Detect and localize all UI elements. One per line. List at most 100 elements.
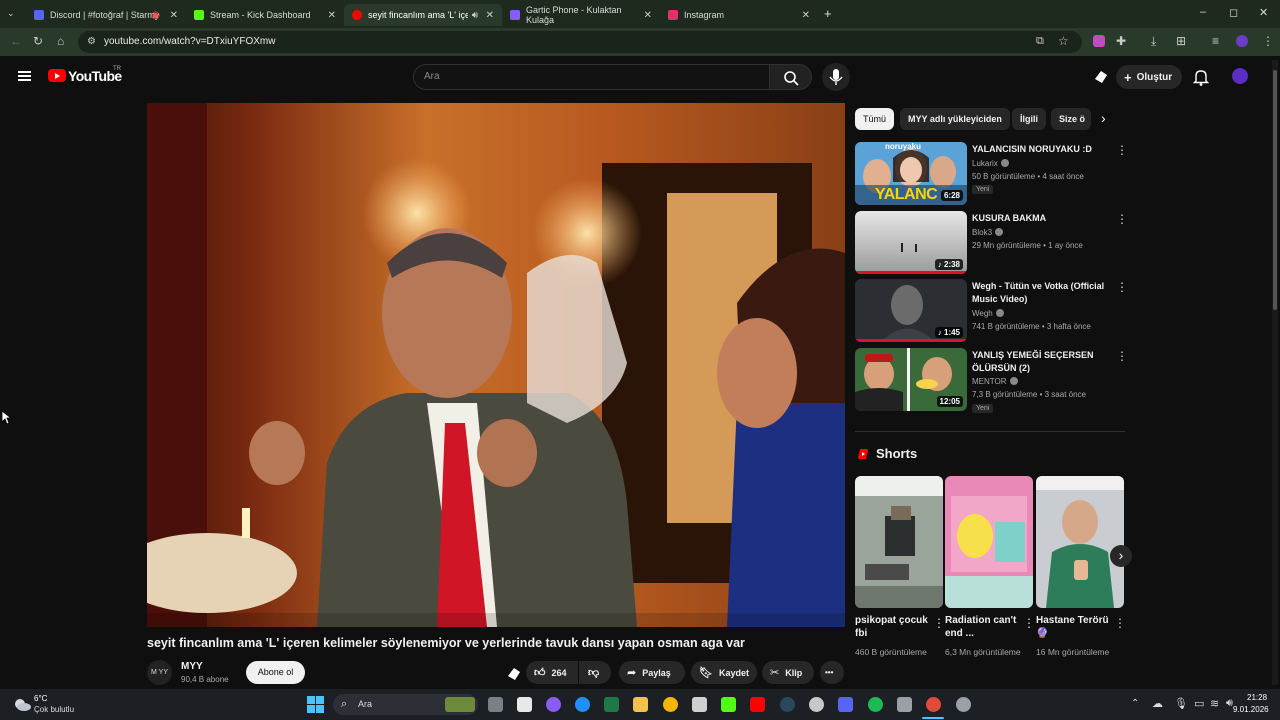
tab-gartic[interactable]: Gartic Phone - Kulaktan Kulağa ✕ [502,4,660,26]
maximize-button[interactable]: ◻ [1229,6,1238,19]
channel-name[interactable]: Lukarix [972,159,1009,168]
task-view-icon[interactable] [488,697,503,712]
close-window-button[interactable]: ✕ [1259,6,1268,19]
media-control-icon[interactable]: ≡ [1212,35,1219,47]
kick-app-icon[interactable] [721,697,736,712]
translate-icon[interactable]: ⊞ [1176,35,1186,47]
chrome-icon[interactable] [663,697,678,712]
chip-related[interactable]: İlgili [1012,108,1046,130]
taskbar-search[interactable]: ⌕ Ara [333,694,478,715]
page-scrollbar-thumb[interactable] [1273,70,1277,310]
video-title[interactable]: YANLIŞ YEMEĞİ SEÇERSEN ÖLÜRSÜN (2) [972,349,1117,375]
channel-name[interactable]: Blok3 [972,228,1004,237]
chip-all[interactable]: Tümü [855,108,895,130]
close-tab-icon[interactable]: ✕ [644,10,652,21]
recommendation-item[interactable]: ♪ 2:38 KUSURA BAKMA Blok3 29 Mn görüntül… [855,211,1130,275]
channel-name[interactable]: Wegh [972,309,1004,318]
save-button[interactable]: 🔖︎ Kaydet [691,661,757,684]
subscribe-button[interactable]: Abone ol [246,661,305,684]
more-actions-button[interactable]: ••• [820,661,844,684]
tab-search-icon[interactable]: ⌄ [7,8,15,19]
wifi-icon[interactable]: ≋ [1210,697,1219,710]
create-button[interactable]: + Oluştur [1116,65,1182,89]
taskbar-time[interactable]: 21:28 [1247,693,1267,702]
address-bar[interactable]: ⚙︎ youtube.com/watch?v=DTxiuYFOXmw ⧉ ☆ [78,31,1082,53]
recommendation-item[interactable]: ♪ 1:45 Wegh - Tütün ve Votka (Official M… [855,279,1130,343]
more-vert-icon[interactable]: ⋮ [1023,616,1035,630]
clip-icon[interactable] [506,666,522,682]
home-icon[interactable]: ⌂ [57,35,64,47]
speaker-icon[interactable]: 🔊︎ [472,10,478,21]
install-icon[interactable]: ⧉ [1036,35,1044,48]
chip-from-uploader[interactable]: MYY adlı yükleyiciden [900,108,1010,130]
bookmark-star-icon[interactable]: ☆ [1058,34,1069,48]
more-vert-icon[interactable]: ⋮ [1116,144,1128,156]
short-item[interactable]: Radiation can't end ... ⋮ 6,3 Mn görüntü… [945,476,1035,657]
discord-app-icon[interactable] [838,697,853,712]
browser-menu-icon[interactable]: ⋮ [1262,35,1274,47]
close-tab-icon[interactable]: ✕ [486,10,494,21]
clock-app-icon[interactable] [809,697,824,712]
recommendation-item[interactable]: noruyaku YALANC 6:28 YALANCISIN NORUYAKU… [855,142,1130,206]
video-player[interactable] [147,103,845,627]
voice-search-button[interactable] [822,63,850,91]
more-vert-icon[interactable]: ⋮ [1116,213,1128,225]
channel-name[interactable]: MENTOR [972,377,1018,386]
steam-icon[interactable] [780,697,795,712]
site-info-icon[interactable]: ⚙︎ [87,36,96,47]
bell-icon[interactable] [1193,69,1209,86]
more-vert-icon[interactable]: ⋮ [1116,350,1128,362]
file-explorer-icon[interactable] [633,697,648,712]
youtube-logo-icon[interactable] [48,69,66,82]
excel-icon[interactable] [604,697,619,712]
taskbar-date[interactable]: 9.01.2026 [1233,705,1269,714]
recommendation-item[interactable]: 12:05 YANLIŞ YEMEĞİ SEÇERSEN ÖLÜRSÜN (2)… [855,348,1130,413]
notepad-icon[interactable] [517,697,532,712]
chip-for-you[interactable]: Size ö [1051,108,1091,130]
channel-name[interactable]: MYY [181,661,203,672]
cloud-icon[interactable]: ☁ [1152,697,1163,710]
store-icon[interactable] [897,697,912,712]
close-tab-icon[interactable]: ✕ [802,10,810,21]
search-button[interactable] [769,64,812,90]
youtube-app-icon[interactable] [750,697,765,712]
short-item[interactable]: psikopat çocuk fbi ⋮ 460 B görüntüleme [855,476,945,657]
chrome-profile-icon[interactable] [926,697,941,712]
video-thumbnail[interactable]: ♪ 2:38 [855,211,967,274]
tab-discord[interactable]: Discord | #fotoğraf | Starmy ◉ ✕ [26,4,186,26]
display-icon[interactable]: ▭ [1194,697,1204,710]
shorts-next-button[interactable]: › [1110,545,1132,567]
short-thumbnail[interactable] [855,476,943,608]
profile-avatar[interactable] [1236,35,1248,47]
weather-icon[interactable] [12,694,32,714]
new-tab-button[interactable]: + [824,6,832,21]
short-thumbnail[interactable] [1036,476,1124,608]
photos-icon[interactable] [692,697,707,712]
clip-button[interactable]: ✂ Klip [762,661,814,684]
more-vert-icon[interactable]: ⋮ [1116,281,1128,293]
settings-gear-icon[interactable] [956,697,971,712]
more-vert-icon[interactable]: ⋮ [1114,616,1126,630]
video-title[interactable]: YALANCISIN NORUYAKU :D [972,143,1117,156]
search-input[interactable]: Ara [413,64,770,90]
chevron-right-icon[interactable]: › [1101,110,1106,126]
copilot-icon[interactable] [546,697,561,712]
video-thumbnail[interactable]: 12:05 [855,348,967,411]
like-button[interactable]: 👍︎ 264 [526,661,578,684]
short-title[interactable]: Hastane Terörü 🔮 [1036,614,1112,640]
page-scrollbar-track[interactable] [1272,60,1278,685]
short-title[interactable]: psikopat çocuk fbi [855,614,931,640]
video-thumbnail[interactable]: noruyaku YALANC 6:28 [855,142,967,205]
tab-instagram[interactable]: Instagram ✕ [660,4,818,26]
share-button[interactable]: ➦ Paylaş [619,661,685,684]
spotify-icon[interactable] [868,697,883,712]
volume-icon[interactable]: 🔊︎ [1226,697,1233,710]
tab-youtube-active[interactable]: seyit fincanlım ama 'L' içeren 🔊︎ ✕ [344,4,502,26]
minimize-button[interactable]: – [1200,6,1206,18]
chevron-up-icon[interactable]: ⌃ [1131,698,1139,709]
short-title[interactable]: Radiation can't end ... [945,614,1021,640]
video-title[interactable]: Wegh - Tütün ve Votka (Official Music Vi… [972,280,1117,306]
back-icon[interactable]: ← [10,35,22,47]
channel-avatar[interactable]: M YY [147,660,172,685]
extensions-puzzle-icon[interactable]: ✚ [1116,35,1126,47]
